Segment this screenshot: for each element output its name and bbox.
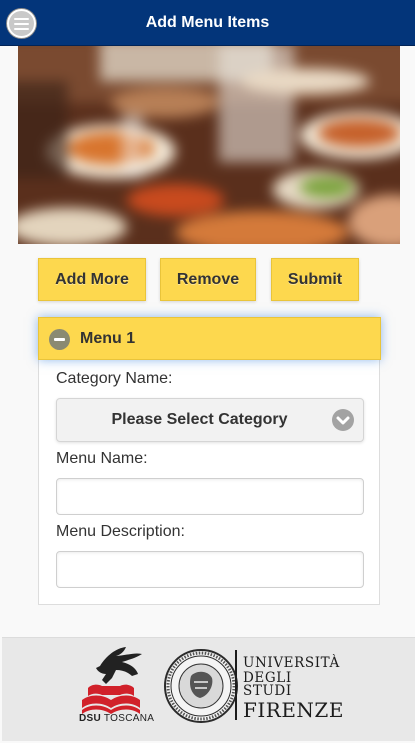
app-header: Add Menu Items [0,0,415,46]
menu-collapsible-header[interactable]: Menu 1 [38,317,381,360]
food-table-photo [18,46,400,244]
page-title: Add Menu Items [145,14,270,31]
unifi-seal-logo [164,649,238,723]
menu-description-label: Menu Description: [56,523,185,540]
footer-logos [82,647,238,723]
menu-name-input[interactable] [56,478,364,515]
footer [2,637,415,741]
menu-collapsible: Menu 1 Category Name: Please Select Cate… [38,317,381,605]
hero-image [18,46,400,244]
menu-name-label: Menu Name: [56,450,148,467]
footer-divider [235,650,237,720]
chevron-down-icon [332,409,354,431]
remove-button[interactable]: Remove [160,258,256,301]
hamburger-menu-icon[interactable] [7,9,36,38]
add-more-button[interactable]: Add More [38,258,146,301]
submit-button[interactable]: Submit [271,258,359,301]
menu-section-title: Menu 1 [80,330,136,347]
dsu-toscana-wordmark: DSU TOSCANA [79,713,155,724]
category-select[interactable]: Please Select Category [56,398,364,442]
dsu-pegasus-logo [82,647,142,714]
category-name-label: Category Name: [56,370,173,387]
menu-description-input[interactable] [56,551,364,588]
minus-circle-icon [49,329,70,350]
category-select-value: Please Select Category [111,411,288,428]
unifi-wordmark: UNIVERSITÀ DEGLI STUDI FIRENZE [243,655,344,722]
